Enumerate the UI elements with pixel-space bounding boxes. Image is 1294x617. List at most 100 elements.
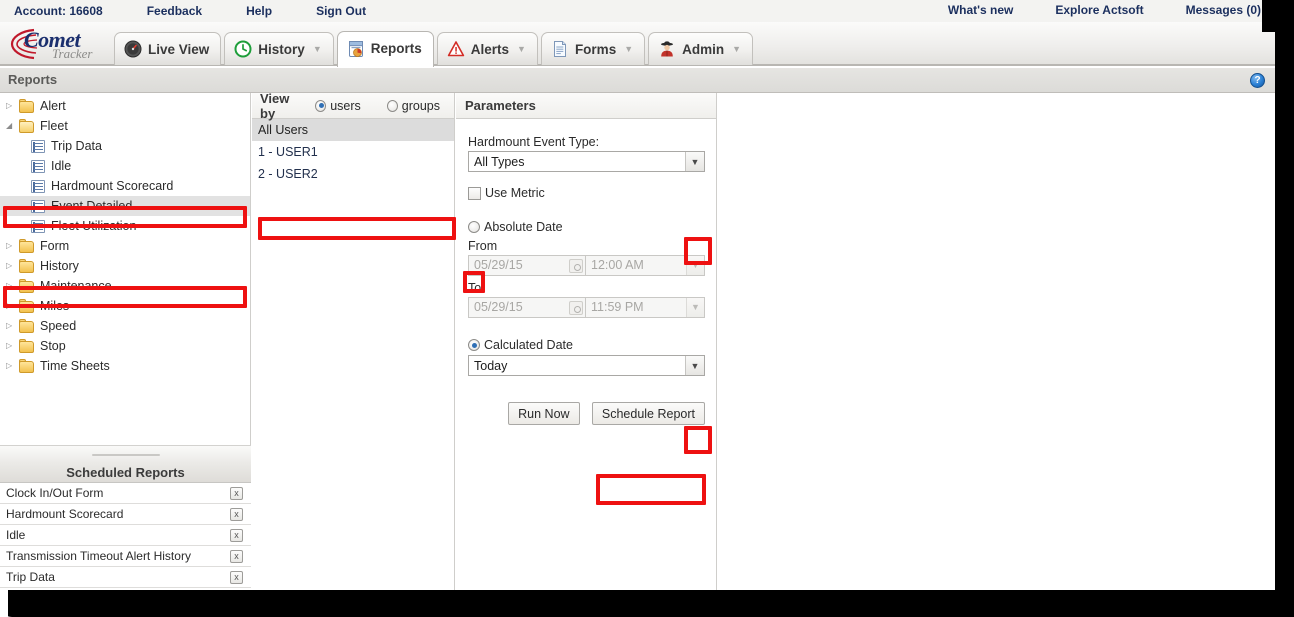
chevron-down-icon[interactable]: ▼ (685, 356, 704, 375)
chevron-right-icon[interactable]: ▷ (6, 362, 19, 370)
scheduled-report-label: Clock In/Out Form (6, 486, 104, 500)
radio-absolute-date[interactable] (468, 221, 480, 233)
tab-label: Alerts (470, 41, 510, 57)
chevron-down-icon[interactable]: ▼ (732, 44, 741, 54)
explore-actsoft-link[interactable]: Explore Actsoft (1055, 3, 1143, 17)
tree-item-event-detailed[interactable]: Event Detailed (0, 196, 250, 216)
remove-icon[interactable]: x (230, 550, 243, 563)
tab-history[interactable]: History ▼ (224, 32, 334, 65)
report-icon (31, 179, 46, 193)
tree-item-history[interactable]: ▷ History (0, 256, 250, 276)
event-type-value: All Types (474, 154, 525, 169)
list-item[interactable]: Hardmount Scorecard x (0, 504, 251, 525)
from-date-input[interactable]: 05/29/15 (468, 255, 586, 276)
tab-forms[interactable]: Forms ▼ (540, 32, 646, 65)
remove-icon[interactable]: x (230, 529, 243, 542)
messages-link[interactable]: Messages (0) (1186, 3, 1261, 17)
warning-triangle-icon (447, 40, 465, 58)
panel-splitter-handle[interactable] (0, 445, 251, 463)
sign-out-link[interactable]: Sign Out (316, 4, 366, 18)
report-icon (31, 159, 46, 173)
chevron-down-icon[interactable]: ◢ (6, 122, 19, 130)
chevron-right-icon[interactable]: ▷ (6, 282, 19, 290)
chevron-down-icon[interactable]: ▼ (624, 44, 633, 54)
tree-item-idle[interactable]: Idle (0, 156, 250, 176)
event-type-label: Hardmount Event Type: (468, 135, 600, 149)
chevron-right-icon[interactable]: ▷ (6, 262, 19, 270)
account-label: Account: 16608 (14, 4, 103, 18)
tree-item-miles[interactable]: ▷ Miles (0, 296, 250, 316)
list-item-all-users[interactable]: All Users (252, 119, 454, 141)
tree-item-fleet[interactable]: ◢ Fleet (0, 116, 250, 136)
chevron-down-icon[interactable]: ▼ (686, 298, 704, 317)
tree-item-form[interactable]: ▷ Form (0, 236, 250, 256)
use-metric-row: Use Metric (468, 186, 704, 200)
reports-tree: ▷ Alert ◢ Fleet Trip Data Idle Hardmount… (0, 93, 250, 445)
parameters-header: Parameters (456, 93, 716, 119)
whats-new-link[interactable]: What's new (948, 3, 1014, 17)
calendar-icon[interactable] (569, 259, 583, 273)
calculated-date-label: Calculated Date (484, 338, 573, 352)
list-item[interactable]: Trip Data x (0, 567, 251, 588)
run-now-button[interactable]: Run Now (507, 402, 580, 425)
list-item-user1[interactable]: 1 - USER1 (252, 141, 454, 163)
tree-item-time-sheets[interactable]: ▷ Time Sheets (0, 356, 250, 376)
gauge-icon (124, 40, 142, 58)
tree-item-hardmount-scorecard[interactable]: Hardmount Scorecard (0, 176, 250, 196)
chevron-right-icon[interactable]: ▷ (6, 242, 19, 250)
list-item[interactable]: Idle x (0, 525, 251, 546)
tree-item-label: Maintenance (40, 279, 112, 293)
tree-item-alert[interactable]: ▷ Alert (0, 96, 250, 116)
remove-icon[interactable]: x (230, 571, 243, 584)
help-link[interactable]: Help (246, 4, 272, 18)
tab-admin[interactable]: Admin ▼ (648, 32, 754, 65)
to-time-select[interactable]: 11:59 PM ▼ (586, 297, 705, 318)
chevron-down-icon[interactable]: ▼ (313, 44, 322, 54)
schedule-report-button[interactable]: Schedule Report (591, 402, 705, 425)
tree-item-trip-data[interactable]: Trip Data (0, 136, 250, 156)
tree-item-label: Stop (40, 339, 66, 353)
chevron-down-icon[interactable]: ▼ (685, 152, 704, 171)
tab-label: History (258, 41, 305, 57)
radio-view-by-groups[interactable] (386, 99, 398, 112)
chevron-right-icon[interactable]: ▷ (6, 322, 19, 330)
comet-tracker-logo[interactable]: Comet Tracker (8, 25, 114, 63)
list-item[interactable]: Transmission Timeout Alert History x (0, 546, 251, 567)
tree-item-speed[interactable]: ▷ Speed (0, 316, 250, 336)
chevron-down-icon[interactable]: ▼ (686, 256, 704, 275)
chevron-right-icon[interactable]: ▷ (6, 302, 19, 310)
radio-calculated-date[interactable] (468, 339, 480, 351)
help-icon[interactable]: ? (1250, 73, 1265, 88)
calculated-date-select[interactable]: Today ▼ (468, 355, 705, 376)
chevron-right-icon[interactable]: ▷ (6, 102, 19, 110)
to-date-input[interactable]: 05/29/15 (468, 297, 586, 318)
tree-item-stop[interactable]: ▷ Stop (0, 336, 250, 356)
scheduled-reports-list: Clock In/Out Form x Hardmount Scorecard … (0, 483, 251, 588)
calendar-icon[interactable] (569, 301, 583, 315)
use-metric-checkbox[interactable] (468, 186, 481, 200)
radio-view-by-users[interactable] (315, 99, 327, 112)
to-time-value: 11:59 PM (591, 300, 644, 314)
from-time-select[interactable]: 12:00 AM ▼ (586, 255, 705, 276)
from-label: From (468, 239, 498, 253)
event-type-select[interactable]: All Types ▼ (468, 151, 705, 172)
list-item-user2[interactable]: 2 - USER2 (252, 163, 454, 185)
folder-icon (19, 358, 35, 373)
remove-icon[interactable]: x (230, 508, 243, 521)
page-title-bar: Reports ? (0, 68, 1275, 93)
main-tabs: Live View History ▼ Reports Alerts ▼ For… (114, 31, 756, 67)
tree-item-fleet-utilization[interactable]: Fleet Utilization (0, 216, 250, 236)
tab-reports[interactable]: Reports (336, 31, 434, 67)
list-item[interactable]: Clock In/Out Form x (0, 483, 251, 504)
tree-item-label: Time Sheets (40, 359, 110, 373)
tree-item-maintenance[interactable]: ▷ Maintenance (0, 276, 250, 296)
chevron-down-icon[interactable]: ▼ (517, 44, 526, 54)
chevron-right-icon[interactable]: ▷ (6, 342, 19, 350)
tree-item-label: Idle (51, 159, 72, 173)
tab-alerts[interactable]: Alerts ▼ (436, 32, 538, 65)
view-by-title: View by (260, 90, 290, 121)
folder-icon (19, 238, 35, 253)
remove-icon[interactable]: x (230, 487, 243, 500)
tab-live-view[interactable]: Live View (114, 32, 222, 65)
feedback-link[interactable]: Feedback (147, 4, 202, 18)
